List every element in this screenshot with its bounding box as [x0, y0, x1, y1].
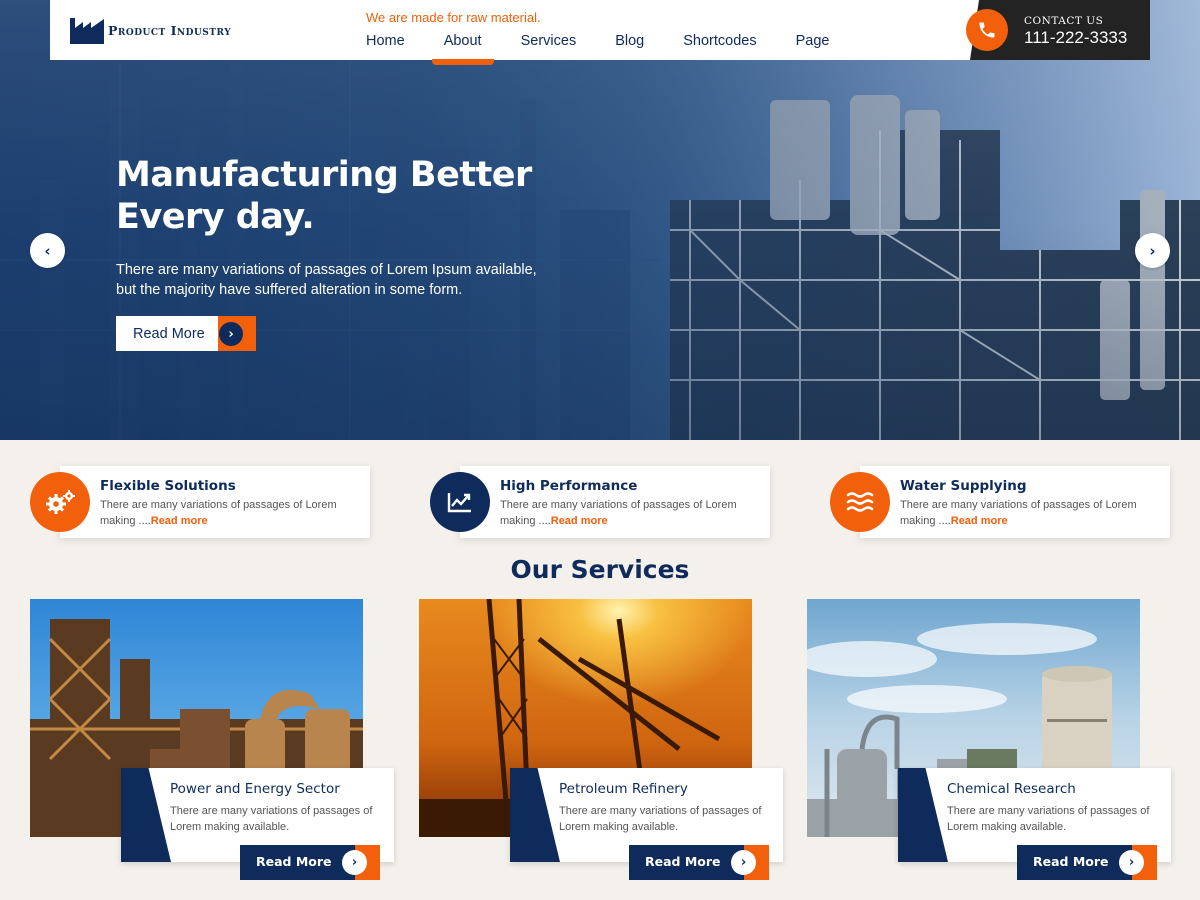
service-read-more-label: Read More — [645, 854, 721, 869]
chevron-right-icon: › — [1149, 241, 1156, 260]
nav-active-indicator — [432, 59, 494, 65]
service-text: There are many variations of passages of… — [170, 805, 373, 833]
gears-icon — [30, 472, 90, 532]
feature-title: Water Supplying — [900, 478, 1027, 494]
service-read-more-button[interactable]: Read More › — [1017, 845, 1157, 880]
water-waves-icon — [830, 472, 890, 532]
feature-read-more-link[interactable]: Read more — [951, 515, 1008, 527]
nav-item-about[interactable]: About — [444, 33, 482, 49]
hero-slider: Manufacturing Better Every day. There ar… — [0, 0, 1200, 440]
service-text: There are many variations of passages of… — [947, 805, 1150, 833]
feature-title: Flexible Solutions — [100, 478, 236, 494]
factory-logo-icon — [70, 18, 104, 44]
contact-phone-number[interactable]: 111-222-3333 — [1024, 28, 1127, 48]
feature-card-high-performance: High Performance There are many variatio… — [460, 466, 770, 538]
chevron-right-icon: › — [342, 850, 367, 875]
service-read-more-label: Read More — [256, 854, 332, 869]
service-read-more-button[interactable]: Read More › — [629, 845, 769, 880]
service-read-more-label: Read More — [1033, 854, 1109, 869]
chart-line-icon — [430, 472, 490, 532]
feature-card-water-supplying: Water Supplying There are many variation… — [860, 466, 1170, 538]
feature-read-more-link[interactable]: Read more — [151, 515, 208, 527]
main-nav: Home About Services Blog Shortcodes Page — [366, 33, 868, 49]
card-accent-stripe — [121, 768, 171, 862]
logo[interactable]: Product Industry — [70, 16, 231, 44]
nav-item-shortcodes[interactable]: Shortcodes — [683, 33, 756, 49]
feature-text: There are many variations of passages of… — [500, 499, 737, 527]
nav-item-home[interactable]: Home — [366, 33, 405, 49]
nav-item-services[interactable]: Services — [521, 33, 577, 49]
hero-text: There are many variations of passages of… — [116, 262, 537, 298]
card-accent-stripe — [898, 768, 948, 862]
contact-phone-button[interactable] — [966, 9, 1008, 51]
slider-next-button[interactable]: › — [1135, 233, 1170, 268]
nav-item-page[interactable]: Page — [796, 33, 830, 49]
service-title: Power and Energy Sector — [170, 781, 340, 797]
contact-label: CONTACT US — [1024, 15, 1104, 27]
feature-text: There are many variations of passages of… — [100, 499, 337, 527]
feature-title: High Performance — [500, 478, 638, 494]
feature-card-flexible-solutions: Flexible Solutions There are many variat… — [60, 466, 370, 538]
phone-icon — [979, 22, 995, 38]
hero-title: Manufacturing Better Every day. — [116, 155, 532, 237]
nav-item-blog[interactable]: Blog — [615, 33, 644, 49]
chevron-right-icon: › — [731, 850, 756, 875]
logo-text: Product Industry — [108, 22, 232, 38]
slider-prev-button[interactable]: ‹ — [30, 233, 65, 268]
chevron-right-icon: › — [219, 322, 243, 346]
feature-text: There are many variations of passages of… — [900, 499, 1137, 527]
service-read-more-button[interactable]: Read More › — [240, 845, 380, 880]
header-tagline: We are made for raw material. — [366, 10, 541, 25]
service-text: There are many variations of passages of… — [559, 805, 762, 833]
services-section-title: Our Services — [510, 555, 690, 584]
feature-read-more-link[interactable]: Read more — [551, 515, 608, 527]
hero-read-more-label: Read More — [133, 325, 205, 342]
chevron-right-icon: › — [1119, 850, 1144, 875]
chevron-left-icon: ‹ — [44, 241, 51, 260]
hero-read-more-button[interactable]: Read More › — [116, 316, 256, 351]
service-title: Chemical Research — [947, 781, 1076, 797]
card-accent-stripe — [510, 768, 560, 862]
service-title: Petroleum Refinery — [559, 781, 688, 797]
